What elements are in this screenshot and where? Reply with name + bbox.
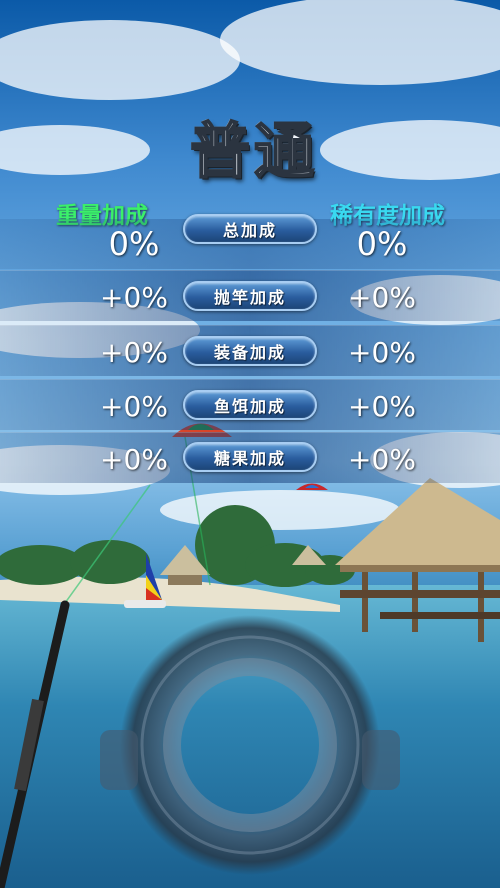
- cast-bonus-row: +0% 抛竿加成 +0%: [0, 270, 500, 321]
- total-rarity-value: 0%: [356, 225, 408, 263]
- cast-bonus-button[interactable]: 抛竿加成: [183, 281, 317, 311]
- bait-bonus-row: +0% 鱼饵加成 +0%: [0, 379, 500, 430]
- equipment-bonus-row: +0% 装备加成 +0%: [0, 325, 500, 376]
- total-bonus-button[interactable]: 总加成: [183, 214, 317, 244]
- candy-bonus-button[interactable]: 糖果加成: [183, 442, 317, 472]
- bait-rarity-value: +0%: [348, 390, 416, 423]
- cast-rarity-value: +0%: [348, 281, 416, 314]
- grade-title: 普通: [189, 116, 318, 188]
- candy-rarity-value: +0%: [348, 443, 416, 476]
- equipment-bonus-button[interactable]: 装备加成: [183, 336, 317, 366]
- total-bonus-row: 0% 总加成 0%: [0, 214, 500, 269]
- equipment-rarity-value: +0%: [348, 336, 416, 369]
- bait-bonus-button[interactable]: 鱼饵加成: [183, 390, 317, 420]
- candy-bonus-row: +0% 糖果加成 +0%: [0, 432, 500, 483]
